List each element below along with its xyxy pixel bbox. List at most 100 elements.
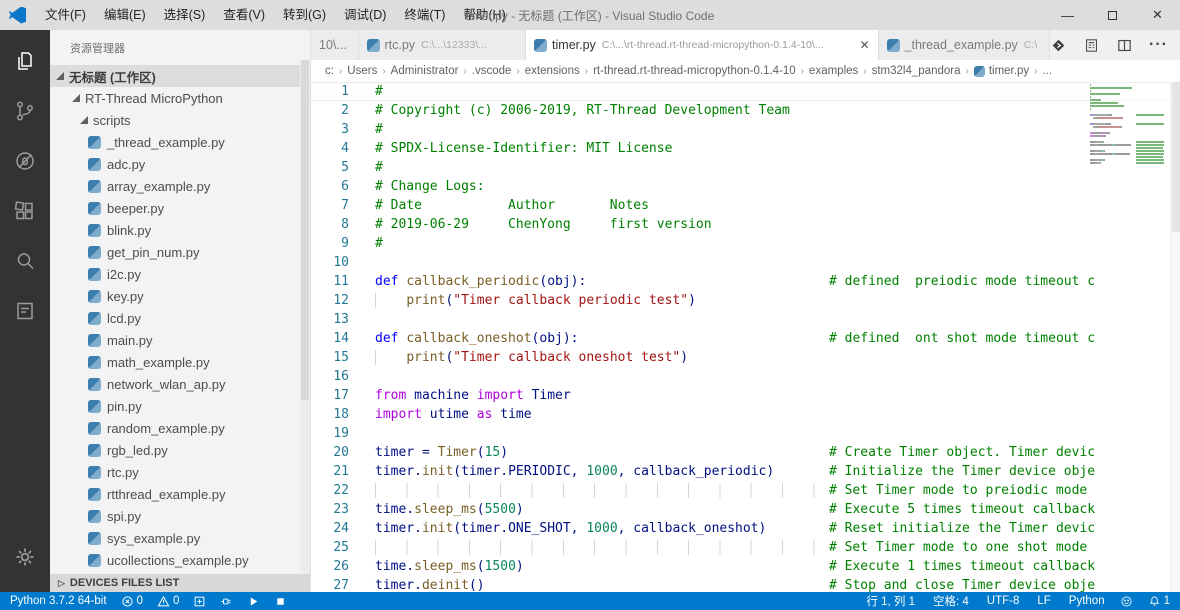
code-line-13[interactable]: 13 [311,310,1180,329]
indentation[interactable]: 空格: 4 [930,593,969,609]
code-line-14[interactable]: 14 def callback_oneshot(obj): # defined o… [311,329,1180,348]
code-line-18[interactable]: 18 import utime as time [311,405,1180,424]
code-line-19[interactable]: 19 [311,424,1180,443]
tree-file-lcd-py[interactable]: lcd.py [50,307,310,329]
code-line-8[interactable]: 8 # 2019-06-29 ChenYong first version [311,215,1180,234]
minimize-button[interactable]: — [1045,0,1090,30]
menu-item-1[interactable]: 编辑(E) [95,0,155,30]
extensions-icon[interactable] [1,188,49,234]
menu-item-2[interactable]: 选择(S) [155,0,215,30]
split-editor-icon[interactable] [1116,37,1133,54]
code-line-7[interactable]: 7 # Date Author Notes [311,196,1180,215]
breadcrumb-item[interactable]: c: [325,65,334,77]
connect-device-icon[interactable] [220,595,233,608]
code-line-10[interactable]: 10 [311,253,1180,272]
source-control-icon[interactable] [1,88,49,134]
menu-item-6[interactable]: 终端(T) [395,0,454,30]
tree-file-spi-py[interactable]: spi.py [50,505,310,527]
sidebar-scrollbar[interactable] [300,60,310,574]
code-line-20[interactable]: 20 timer = Timer(15) # Create Timer objec… [311,443,1180,462]
tree-folder-rt-thread-micropython[interactable]: RT-Thread MicroPython [50,87,310,109]
breadcrumb-item[interactable]: examples [809,65,858,77]
stop-icon[interactable] [274,595,287,608]
tree-file-array-example-py[interactable]: array_example.py [50,175,310,197]
breadcrumb-item[interactable]: timer.py [989,65,1029,77]
language-mode[interactable]: Python [1066,595,1105,607]
code-line-17[interactable]: 17 from machine import Timer [311,386,1180,405]
code-line-21[interactable]: 21 timer.init(timer.PERIODIC, 1000, callb… [311,462,1180,481]
code-line-25[interactable]: 25 # Set Timer mode to one shot mode [311,538,1180,557]
code-line-2[interactable]: 2 # Copyright (c) 2006-2019, RT-Thread De… [311,101,1180,120]
workspace-section-header[interactable]: 无标题 (工作区) [50,65,310,87]
search-icon[interactable] [1,238,49,284]
menu-item-4[interactable]: 转到(G) [274,0,335,30]
breadcrumb-item[interactable]: Users [347,65,377,77]
code-line-23[interactable]: 23 time.sleep_ms(5500) # Execute 5 times … [311,500,1180,519]
devices-section-header[interactable]: ▷ DEVICES FILES LIST [50,574,310,592]
breadcrumb-item[interactable]: Administrator [391,65,459,77]
breadcrumb-item[interactable]: rt-thread.rt-thread-micropython-0.1.4-10 [593,65,796,77]
tree-file-main-py[interactable]: main.py [50,329,310,351]
tree-file-get-pin-num-py[interactable]: get_pin_num.py [50,241,310,263]
code-line-16[interactable]: 16 [311,367,1180,386]
tree-file--thread-example-py[interactable]: _thread_example.py [50,131,310,153]
eol[interactable]: LF [1034,595,1050,607]
breadcrumb-item[interactable]: stm32l4_pandora [872,65,961,77]
menu-item-5[interactable]: 调试(D) [335,0,395,30]
menu-item-3[interactable]: 查看(V) [214,0,274,30]
code-line-4[interactable]: 4 # SPDX-License-Identifier: MIT License [311,139,1180,158]
python-interpreter[interactable]: Python 3.7.2 64-bit [10,595,107,607]
tree-file-rtthread-example-py[interactable]: rtthread_example.py [50,483,310,505]
code-line-27[interactable]: 27 timer.deinit() # Stop and close Timer … [311,576,1180,592]
encoding[interactable]: UTF-8 [984,595,1020,607]
code-line-6[interactable]: 6 # Change Logs: [311,177,1180,196]
bell-icon[interactable]: 1 [1148,595,1170,608]
breadcrumb-item[interactable]: extensions [525,65,580,77]
code-line-22[interactable]: 22 # Set Timer mode to preiodic mode [311,481,1180,500]
problems-warnings[interactable]: 0 [157,595,179,608]
tree-file-rgb-led-py[interactable]: rgb_led.py [50,439,310,461]
code-line-15[interactable]: 15 print("Timer callback oneshot test") [311,348,1180,367]
tree-file-blink-py[interactable]: blink.py [50,219,310,241]
tree-file-i2c-py[interactable]: i2c.py [50,263,310,285]
code-line-11[interactable]: 11 def callback_periodic(obj): # defined … [311,272,1180,291]
feedback-smiley-icon[interactable] [1120,595,1133,608]
tree-file-math-example-py[interactable]: math_example.py [50,351,310,373]
code-line-12[interactable]: 12 print("Timer callback periodic test") [311,291,1180,310]
cursor-position[interactable]: 行 1, 列 1 [863,593,915,609]
tree-folder-scripts[interactable]: scripts [50,109,310,131]
tree-file-random-example-py[interactable]: random_example.py [50,417,310,439]
open-preview-icon[interactable] [1083,37,1100,54]
rtthread-download-icon[interactable] [1050,37,1067,54]
tree-file-sys-example-py[interactable]: sys_example.py [50,527,310,549]
tree-file-key-py[interactable]: key.py [50,285,310,307]
run-icon[interactable] [247,595,260,608]
code-line-1[interactable]: 1 # [311,82,1180,101]
maximize-button[interactable] [1090,0,1135,30]
menu-item-0[interactable]: 文件(F) [36,0,95,30]
tab-10-[interactable]: 10\... [311,30,359,60]
tree-file-pin-py[interactable]: pin.py [50,395,310,417]
editor-scrollbar[interactable] [1170,82,1180,592]
code-line-5[interactable]: 5 # [311,158,1180,177]
code-line-9[interactable]: 9 # [311,234,1180,253]
tree-file-adc-py[interactable]: adc.py [50,153,310,175]
explorer-icon[interactable] [1,38,49,84]
minimap[interactable] [1090,84,1170,165]
tree-file-rtc-py[interactable]: rtc.py [50,461,310,483]
tab-rtc-py[interactable]: rtc.py C:\...\12333\... [358,30,527,60]
close-tab-icon[interactable]: ✕ [851,38,869,52]
output-icon[interactable] [1,288,49,334]
tree-file-network-wlan-ap-py[interactable]: network_wlan_ap.py [50,373,310,395]
close-button[interactable]: ✕ [1135,0,1180,30]
debug-icon[interactable] [1,138,49,184]
tab-timer-py[interactable]: timer.py C:\...\rt-thread.rt-thread-micro… [526,30,879,60]
code-line-26[interactable]: 26 time.sleep_ms(1500) # Execute 1 times … [311,557,1180,576]
settings-gear-icon[interactable] [1,534,49,580]
more-actions-icon[interactable]: ··· [1149,36,1168,54]
code-editor[interactable]: 1 #2 # Copyright (c) 2006-2019, RT-Thread … [311,82,1180,592]
breadcrumb-item[interactable]: ... [1042,65,1052,77]
add-device-icon[interactable] [193,595,206,608]
tree-file-ucollections-example-py[interactable]: ucollections_example.py [50,549,310,571]
breadcrumb-item[interactable]: .vscode [472,65,512,77]
